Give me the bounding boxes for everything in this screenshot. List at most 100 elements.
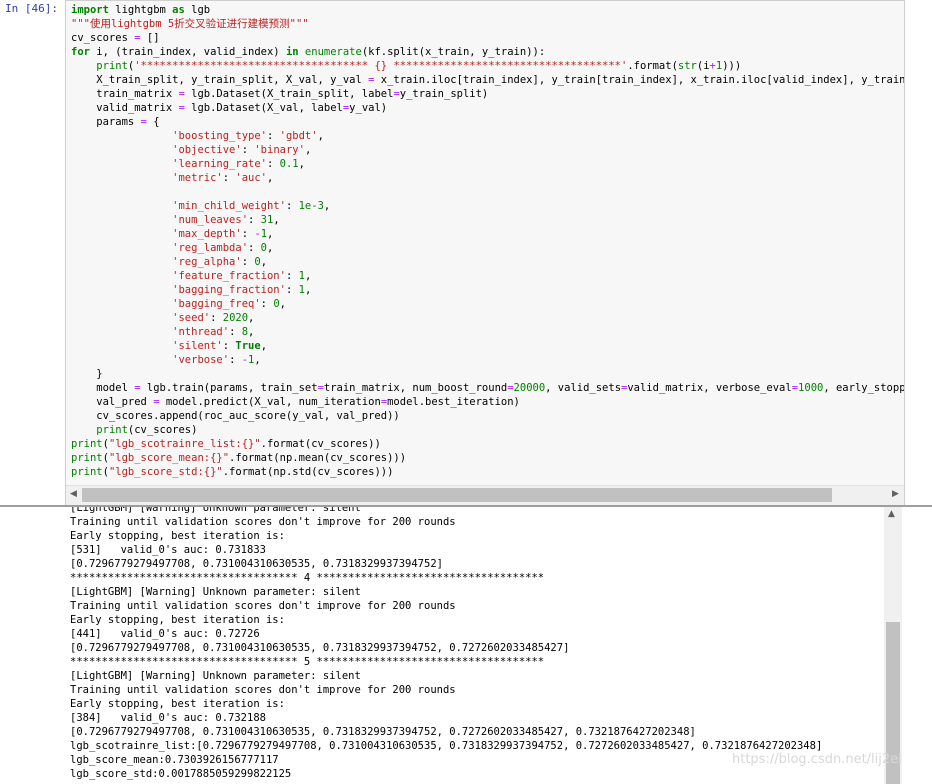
output-area[interactable]: [LightGBM] [Warning] Unknown parameter: …: [0, 507, 932, 784]
code-token: ,: [304, 144, 312, 156]
code-line: train_matrix = lgb.Dataset(X_train_split…: [71, 87, 904, 101]
code-token: :: [285, 270, 299, 282]
code-token: []: [140, 32, 160, 44]
code-token: :: [241, 144, 255, 156]
output-line: [0.7296779279497708, 0.731004310630535, …: [70, 726, 696, 738]
code-token: 1e-3: [298, 200, 324, 212]
code-line: 'min_child_weight': 1e-3,: [71, 199, 904, 213]
code-content[interactable]: import lightgbm as lgb """使用lightgbm 5折交叉…: [71, 3, 905, 479]
code-token: val_pred: [71, 396, 154, 408]
code-line: print("lgb_score_mean:{}".format(np.mean…: [71, 451, 904, 465]
code-token: print: [71, 452, 103, 464]
scroll-left-arrow-icon[interactable]: ◀: [70, 489, 77, 499]
code-line: 'max_depth': -1,: [71, 227, 904, 241]
code-token: :: [266, 158, 280, 170]
code-token: lightgbm: [108, 4, 173, 16]
code-token: 'num_leaves': [172, 214, 249, 226]
code-line: cv_scores = []: [71, 31, 904, 45]
code-token: i, (train_index, valid_index): [89, 46, 286, 58]
code-line: for i, (train_index, valid_index) in enu…: [71, 45, 904, 59]
code-token: import: [71, 4, 109, 16]
code-token: 31: [260, 214, 274, 226]
code-line: """使用lightgbm 5折交叉验证进行建模预测""": [71, 17, 904, 31]
code-line: 'learning_rate': 0.1,: [71, 157, 904, 171]
code-token: ,: [304, 270, 312, 282]
code-token: 'max_depth': [172, 228, 242, 240]
code-token: print: [96, 60, 128, 72]
code-line: ​: [71, 185, 904, 199]
code-line: X_train_split, y_train_split, X_val, y_v…: [71, 73, 905, 87]
code-token: 'feature_fraction': [172, 270, 286, 282]
code-token: 'silent': [172, 340, 223, 352]
code-token: x_train.iloc[train_index], y_train[train…: [374, 74, 905, 86]
code-token: 'auc': [235, 172, 267, 184]
code-token: 'reg_alpha': [172, 256, 242, 268]
code-token: 'objective': [172, 144, 242, 156]
code-token: 2020: [222, 312, 249, 324]
scroll-right-arrow-icon[interactable]: ▶: [892, 489, 899, 499]
code-token: 1000: [798, 382, 824, 394]
code-token: ,: [267, 242, 274, 254]
code-token: lgb.train(params, train_set: [140, 382, 318, 394]
code-token: in: [285, 46, 299, 58]
code-token: 'nthread': [172, 326, 230, 338]
code-line: 'metric': 'auc',: [71, 171, 904, 185]
code-line: print(cv_scores): [71, 423, 904, 437]
code-token: :: [248, 214, 261, 226]
code-token: ,: [260, 340, 268, 352]
code-token: :: [285, 200, 299, 212]
horizontal-scroll-thumb[interactable]: [82, 488, 832, 502]
code-token: ,: [248, 312, 255, 324]
code-token: 'reg_lambda': [172, 242, 249, 254]
output-line: lgb_score_mean:0.7303926156777117: [70, 754, 279, 766]
output-line: [441] valid_0's auc: 0.72726: [70, 628, 260, 640]
code-line: model = lgb.train(params, train_set=trai…: [71, 381, 904, 395]
scroll-up-arrow-icon[interactable]: ▲: [888, 509, 895, 519]
code-line: import lightgbm as lgb: [71, 3, 904, 17]
code-token: ,: [317, 130, 324, 142]
code-line: 'silent': True,: [71, 339, 904, 353]
code-token: {: [146, 116, 160, 128]
horizontal-scrollbar[interactable]: ◀ ▶: [66, 485, 904, 505]
code-token: model: [71, 382, 135, 394]
code-token: ,: [273, 214, 280, 226]
output-line: Training until validation scores don't i…: [70, 516, 456, 528]
code-token: valid_matrix: [71, 102, 179, 114]
code-token: 0.1: [279, 158, 299, 170]
code-token: ,: [254, 354, 261, 366]
output-line: [384] valid_0's auc: 0.732188: [70, 712, 266, 724]
code-token: ,: [323, 200, 331, 212]
vertical-scrollbar[interactable]: ▲: [884, 507, 902, 784]
output-line: lgb_scotrainre_list:[0.7296779279497708,…: [70, 740, 823, 752]
output-line: [0.7296779279497708, 0.731004310630535, …: [70, 558, 443, 570]
code-token: True: [235, 340, 261, 352]
code-token: :: [229, 354, 242, 366]
code-token: model.predict(X_val, num_iteration: [159, 396, 381, 408]
code-token: "lgb_scotrainre_list:{}": [108, 438, 261, 450]
code-token: ))): [722, 60, 742, 72]
code-token: 'verbose': [172, 354, 230, 366]
code-line: 'boosting_type': 'gbdt',: [71, 129, 904, 143]
code-token: 'bagging_fraction': [172, 284, 286, 296]
code-token: :: [241, 228, 255, 240]
code-token: "lgb_score_mean:{}": [108, 452, 230, 464]
output-line: ************************************ 4 *…: [70, 572, 545, 584]
code-token: lgb: [184, 4, 211, 16]
code-token: """使用lightgbm 5折交叉验证进行建模预测""": [71, 18, 309, 30]
code-line: params = {: [71, 115, 904, 129]
code-editor[interactable]: import lightgbm as lgb """使用lightgbm 5折交叉…: [65, 0, 905, 506]
code-token: .format(np.mean(cv_scores))): [229, 452, 407, 464]
code-cell[interactable]: In [46]: import lightgbm as lgb """使用ligh…: [0, 0, 932, 506]
code-token: , valid_sets: [545, 382, 622, 394]
cell-prompt: In [46]:: [5, 2, 58, 15]
code-token: :: [222, 172, 236, 184]
